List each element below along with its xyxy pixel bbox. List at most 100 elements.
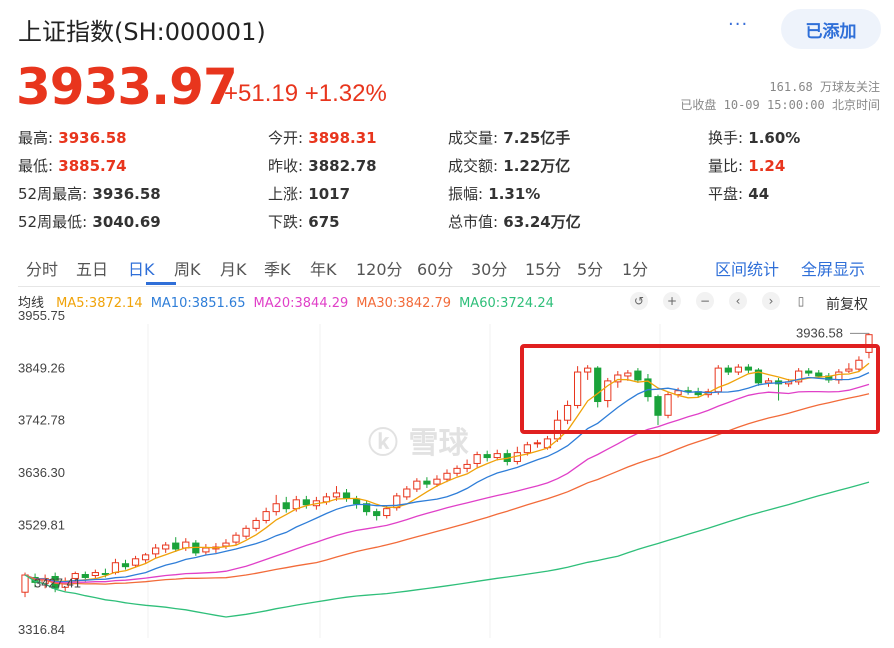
stat-label: 量比: — [708, 157, 744, 175]
followers-count: 161.68 万球友关注 — [769, 80, 880, 94]
stat-label: 下跌: — [268, 213, 304, 231]
candle-body — [624, 372, 632, 377]
candle-body — [845, 368, 853, 372]
tab-3[interactable]: 周K — [174, 256, 201, 280]
candle-body — [805, 370, 813, 374]
undo-icon[interactable]: ↺ — [630, 292, 648, 310]
high-price-label: 3936.58 — [796, 325, 843, 340]
candle-body — [101, 573, 110, 576]
fullscreen-button[interactable]: 全屏显示 — [801, 256, 865, 280]
ma-line — [24, 481, 870, 618]
stat-item: 量比: 1.24 — [708, 155, 785, 176]
ma-legend: 均线 MA5:3872.14 MA10:3851.65 MA20:3844.29 MA… — [18, 292, 562, 311]
tab-1[interactable]: 五日 — [76, 256, 108, 280]
tab-8[interactable]: 60分 — [417, 256, 453, 280]
candle-body — [734, 366, 742, 373]
stat-value: 7.25亿手 — [498, 129, 571, 147]
stat-label: 平盘: — [708, 185, 744, 203]
candle-body — [222, 542, 230, 547]
candle-body — [152, 547, 160, 555]
candle-body — [463, 463, 471, 469]
ma-line — [24, 383, 870, 584]
stat-value: 3885.74 — [53, 157, 127, 175]
candle-body — [584, 367, 592, 373]
stat-item: 52周最高: 3936.58 — [18, 183, 161, 204]
prev-icon[interactable]: ‹ — [729, 292, 747, 310]
stat-value: 3040.69 — [87, 213, 161, 231]
tab-7[interactable]: 120分 — [356, 256, 403, 280]
watermark-logo: ⓚ 雪球 — [368, 426, 469, 461]
kline-svg[interactable]: 3955.75 3849.26 3742.78 3636.30 3529.81 3316.… — [0, 308, 894, 648]
low-price-label: 3427.41 — [34, 576, 81, 591]
market-status: 已收盘 10-09 15:00:00 北京时间 — [680, 98, 880, 112]
stat-value: 1.31% — [483, 185, 541, 203]
change-value: +51.19 — [224, 80, 299, 107]
stat-label: 52周最高: — [18, 185, 88, 203]
stat-value: 44 — [743, 185, 770, 203]
kline-chart[interactable]: 3955.75 3849.26 3742.78 3636.30 3529.81 3316.… — [0, 308, 894, 648]
candle-body — [493, 453, 501, 459]
candle-body — [141, 554, 150, 561]
tab-0[interactable]: 分时 — [26, 256, 58, 280]
range-stats-button[interactable]: 区间统计 — [715, 256, 779, 280]
tab-12[interactable]: 1分 — [622, 256, 648, 280]
candle-body — [533, 442, 542, 445]
candle-body — [634, 370, 642, 381]
stat-value: 675 — [303, 213, 340, 231]
candle-body — [553, 419, 562, 440]
stat-item: 52周最低: 3040.69 — [18, 211, 161, 232]
candle-body — [724, 367, 732, 373]
candle-body — [764, 380, 773, 384]
next-icon[interactable]: › — [762, 292, 780, 310]
stat-value: 1.60% — [743, 129, 801, 147]
price-change: +51.19 +1.32% — [224, 80, 387, 108]
candle-body — [302, 499, 310, 506]
candle-body — [664, 394, 672, 416]
y-tick-label: 3316.84 — [18, 622, 65, 637]
candle-body — [21, 574, 29, 593]
candle-body — [413, 480, 421, 490]
candle-body — [272, 503, 280, 513]
stat-label: 换手: — [708, 129, 744, 147]
tab-11[interactable]: 5分 — [577, 256, 603, 280]
candle-body — [262, 511, 270, 521]
candle-body — [573, 371, 582, 406]
y-tick-label: 3636.30 — [18, 465, 65, 480]
candle-body — [111, 562, 120, 574]
stat-item: 换手: 1.60% — [708, 127, 800, 148]
tab-6[interactable]: 年K — [310, 256, 337, 280]
candle-body — [423, 480, 431, 485]
candle-body — [131, 558, 140, 566]
candle-body — [332, 492, 341, 498]
candle-body — [523, 444, 531, 454]
added-button[interactable]: 已添加 — [781, 9, 881, 49]
stat-value: 3898.31 — [303, 129, 377, 147]
current-price: 3933.97 — [16, 58, 238, 116]
candle-body — [443, 472, 451, 480]
more-icon[interactable]: ··· — [728, 14, 748, 35]
tab-4[interactable]: 月K — [220, 256, 247, 280]
tab-2[interactable]: 日K — [128, 256, 155, 280]
tab-9[interactable]: 30分 — [471, 256, 507, 280]
tab-10[interactable]: 15分 — [525, 256, 561, 280]
candle-icon[interactable]: ▯ — [792, 292, 810, 310]
ma-legend-item: MA5:3872.14 — [56, 296, 143, 311]
candle-body — [81, 574, 89, 578]
divider — [18, 286, 880, 287]
candle-body — [121, 563, 130, 568]
candle-body — [252, 519, 260, 529]
zoom-out-icon[interactable]: − — [696, 292, 714, 310]
stat-label: 总市值: — [448, 213, 499, 231]
candle-body — [91, 572, 99, 577]
stat-label: 振幅: — [448, 185, 484, 203]
candle-body — [453, 467, 461, 474]
stat-value: 1017 — [303, 185, 351, 203]
ma-legend-item: MA20:3844.29 — [253, 296, 349, 311]
stat-value: 63.24万亿 — [498, 213, 581, 231]
ma-legend-item: MA60:3724.24 — [459, 296, 554, 311]
y-tick-label: 3742.78 — [18, 413, 65, 428]
zoom-in-icon[interactable]: + — [663, 292, 681, 310]
stat-label: 52周最低: — [18, 213, 88, 231]
y-tick-label: 3955.75 — [18, 310, 65, 323]
tab-5[interactable]: 季K — [264, 256, 291, 280]
